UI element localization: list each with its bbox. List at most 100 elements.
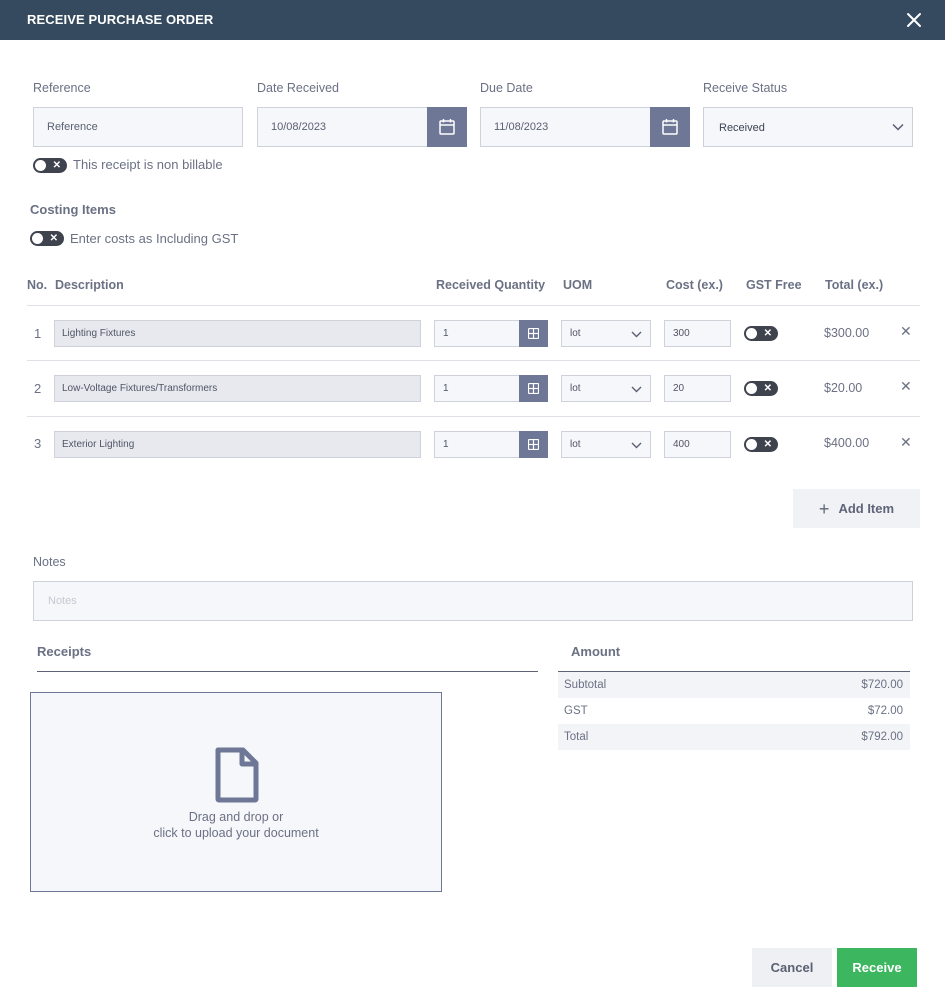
- row-quantity-input[interactable]: 1: [434, 320, 520, 347]
- amount-label: Total: [564, 731, 589, 743]
- chevron-down-icon: [631, 386, 642, 393]
- receive-status-value: Received: [719, 122, 765, 134]
- row-quantity-input[interactable]: 1: [434, 431, 520, 458]
- toggle-off-icon: ✕: [49, 233, 58, 244]
- including-gst-label: Enter costs as Including GST: [70, 231, 239, 246]
- notes-label: Notes: [33, 555, 66, 569]
- row-uom-select[interactable]: lot: [561, 320, 651, 347]
- row-description-input[interactable]: Low-Voltage Fixtures/Transformers: [54, 375, 421, 402]
- row-description-input[interactable]: Exterior Lighting: [54, 431, 421, 458]
- costing-items-title: Costing Items: [30, 202, 116, 217]
- quantity-calculator-button[interactable]: [519, 320, 548, 347]
- toggle-off-icon: ✕: [763, 383, 772, 394]
- calculator-icon: [528, 328, 539, 339]
- due-date-label: Due Date: [480, 81, 533, 95]
- including-gst-toggle[interactable]: ✕: [30, 231, 64, 246]
- row-uom-select[interactable]: lot: [561, 375, 651, 402]
- row-uom-select[interactable]: lot: [561, 431, 651, 458]
- calculator-icon: [528, 383, 539, 394]
- calculator-icon: [528, 439, 539, 450]
- table-divider: [27, 305, 920, 306]
- add-item-button[interactable]: + Add Item: [793, 489, 920, 528]
- due-date-calendar-button[interactable]: [650, 107, 690, 147]
- row-number: 1: [34, 326, 42, 341]
- calendar-icon: [439, 119, 455, 135]
- amount-label: GST: [564, 705, 588, 717]
- reference-label: Reference: [33, 81, 91, 95]
- date-received-input[interactable]: 10/08/2023: [257, 107, 428, 147]
- column-header-total: Total (ex.): [825, 278, 884, 292]
- quantity-calculator-button[interactable]: [519, 375, 548, 402]
- table-divider: [27, 416, 920, 417]
- close-icon[interactable]: [905, 11, 923, 29]
- add-item-label: Add Item: [838, 501, 895, 516]
- upload-dropzone[interactable]: Drag and drop or click to upload your do…: [30, 692, 442, 892]
- receipts-title: Receipts: [37, 644, 92, 659]
- receive-status-select[interactable]: Received: [703, 107, 913, 147]
- remove-row-icon[interactable]: ✕: [900, 323, 912, 340]
- amount-row-gst: GST $72.00: [558, 698, 910, 724]
- calendar-icon: [662, 119, 678, 135]
- amount-title: Amount: [571, 644, 621, 659]
- dropzone-text-line2: click to upload your document: [153, 826, 319, 840]
- notes-input[interactable]: Notes: [33, 581, 913, 621]
- receive-button[interactable]: Receive: [837, 948, 917, 987]
- toggle-knob: [746, 328, 757, 339]
- date-received-label: Date Received: [257, 81, 339, 95]
- row-cost-input[interactable]: 400: [664, 431, 731, 458]
- date-received-calendar-button[interactable]: [427, 107, 467, 147]
- column-header-received-quantity: Received Quantity: [436, 278, 546, 292]
- amount-value: $72.00: [867, 705, 903, 717]
- column-header-gst-free: GST Free: [746, 278, 802, 292]
- row-total: $300.00: [824, 326, 870, 340]
- due-date-input[interactable]: 11/08/2023: [480, 107, 651, 147]
- column-header-cost: Cost (ex.): [666, 278, 723, 292]
- column-header-no: No.: [27, 278, 48, 292]
- row-gst-free-toggle[interactable]: ✕: [744, 381, 778, 396]
- amount-value: $720.00: [861, 679, 903, 691]
- row-uom-value: lot: [570, 439, 581, 450]
- remove-row-icon[interactable]: ✕: [900, 434, 912, 451]
- row-total: $20.00: [824, 381, 863, 395]
- quantity-calculator-button[interactable]: [519, 431, 548, 458]
- table-divider: [27, 360, 920, 361]
- column-header-uom: UOM: [563, 278, 593, 292]
- amount-row-subtotal: Subtotal $720.00: [558, 672, 910, 698]
- row-gst-free-toggle[interactable]: ✕: [744, 326, 778, 341]
- column-header-description: Description: [55, 278, 124, 292]
- dialog-header: RECEIVE PURCHASE ORDER: [0, 0, 945, 40]
- dropzone-text-line1: Drag and drop or: [188, 810, 284, 824]
- toggle-knob: [746, 383, 757, 394]
- row-number: 3: [34, 436, 42, 451]
- amount-row-total: Total $792.00: [558, 724, 910, 750]
- toggle-off-icon: ✕: [763, 439, 772, 450]
- amount-value: $792.00: [861, 731, 903, 743]
- non-billable-label: This receipt is non billable: [73, 157, 223, 172]
- plus-icon: +: [818, 498, 830, 519]
- non-billable-toggle[interactable]: ✕: [33, 158, 67, 173]
- row-quantity-input[interactable]: 1: [434, 375, 520, 402]
- row-cost-input[interactable]: 20: [664, 375, 731, 402]
- cancel-button[interactable]: Cancel: [752, 948, 832, 987]
- toggle-knob: [746, 439, 757, 450]
- dialog-title: RECEIVE PURCHASE ORDER: [27, 12, 214, 27]
- chevron-down-icon: [631, 442, 642, 449]
- amount-label: Subtotal: [564, 679, 607, 691]
- document-icon: [215, 747, 259, 803]
- toggle-off-icon: ✕: [763, 328, 772, 339]
- row-cost-input[interactable]: 300: [664, 320, 731, 347]
- row-gst-free-toggle[interactable]: ✕: [744, 437, 778, 452]
- row-description-input[interactable]: Lighting Fixtures: [54, 320, 421, 347]
- row-total: $400.00: [824, 436, 870, 450]
- toggle-off-icon: ✕: [52, 160, 61, 171]
- chevron-down-icon: [892, 123, 904, 131]
- reference-input[interactable]: Reference: [33, 107, 243, 147]
- chevron-down-icon: [631, 331, 642, 338]
- row-number: 2: [34, 381, 42, 396]
- row-uom-value: lot: [570, 328, 581, 339]
- toggle-knob: [35, 160, 46, 171]
- toggle-knob: [32, 233, 43, 244]
- receive-status-label: Receive Status: [703, 81, 788, 95]
- remove-row-icon[interactable]: ✕: [900, 378, 912, 395]
- row-uom-value: lot: [570, 383, 581, 394]
